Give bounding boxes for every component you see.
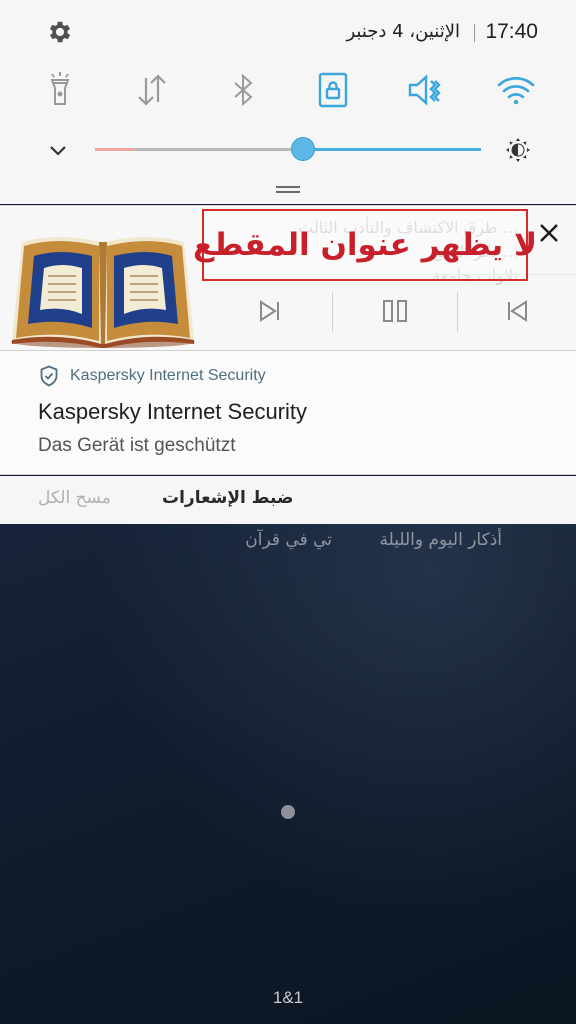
shield-check-icon	[40, 365, 58, 387]
quran-book-art	[11, 237, 195, 348]
annotation-text: لا يظهر عنوان المقطع	[192, 227, 538, 263]
shortcut-quran-tv[interactable]: تي في قرآن	[245, 530, 332, 550]
media-control-divider	[332, 292, 333, 332]
page-indicator-dot	[281, 805, 295, 819]
notification-app-name: Kaspersky Internet Security	[70, 367, 266, 384]
media-control-divider	[457, 292, 458, 332]
settings-gear-icon[interactable]	[46, 18, 74, 46]
lock-rotation-icon	[318, 72, 348, 108]
pause-icon[interactable]	[378, 294, 412, 328]
home-shortcuts: أذكار اليوم والليلة تي في قرآن	[0, 530, 576, 560]
flashlight-toggle[interactable]	[38, 68, 82, 112]
notification-title: Kaspersky Internet Security	[38, 399, 308, 424]
rotation-lock-toggle[interactable]	[311, 68, 355, 112]
brightness-outdoor-segment	[95, 148, 133, 151]
previous-track-icon[interactable]	[500, 294, 534, 328]
panel-drag-handle[interactable]	[276, 186, 300, 194]
sound-toggle[interactable]	[402, 68, 446, 112]
chevron-down-icon[interactable]	[44, 136, 72, 164]
wifi-icon	[497, 77, 535, 105]
close-icon[interactable]	[536, 220, 562, 246]
date-label: الإثنين، 4 دجنبر	[346, 21, 461, 42]
bluetooth-toggle[interactable]	[221, 68, 265, 112]
quick-toggles	[0, 68, 576, 116]
data-arrows-icon	[138, 74, 166, 106]
notification-settings-button[interactable]: ضبط الإشعارات	[162, 488, 293, 508]
media-notification[interactable]: ... طرق الاكتشاف والتأدب الثالث ... ذكر …	[0, 205, 576, 351]
mobile-data-toggle[interactable]	[130, 68, 174, 112]
flashlight-icon	[50, 72, 70, 105]
status-divider	[474, 24, 475, 42]
wifi-toggle[interactable]	[494, 68, 538, 112]
next-track-icon[interactable]	[253, 294, 287, 328]
annotation-callout: لا يظهر عنوان المقطع	[193, 209, 537, 281]
bluetooth-icon	[234, 73, 253, 107]
clock: 17:40	[485, 20, 538, 43]
carrier-label: 1&1	[272, 988, 304, 1007]
notification-action-bar: مسح الكل ضبط الإشعارات	[0, 476, 576, 524]
status-row: الإثنين، 4 دجنبر 17:40	[0, 0, 576, 64]
kaspersky-notification[interactable]: Kaspersky Internet Security Kaspersky In…	[0, 351, 576, 475]
home-wallpaper	[0, 524, 576, 1024]
clear-all-button[interactable]: مسح الكل	[38, 488, 111, 508]
quick-panel: الإثنين، 4 دجنبر 17:40	[0, 0, 576, 204]
brightness-row	[0, 128, 576, 172]
mute-icon	[408, 74, 441, 106]
notification-body: Das Gerät ist geschützt	[38, 435, 236, 456]
brightness-thumb[interactable]	[291, 137, 316, 161]
brightness-sun-icon[interactable]	[504, 136, 532, 164]
shortcut-adhkar[interactable]: أذكار اليوم والليلة	[379, 530, 502, 550]
brightness-fill	[303, 148, 481, 151]
